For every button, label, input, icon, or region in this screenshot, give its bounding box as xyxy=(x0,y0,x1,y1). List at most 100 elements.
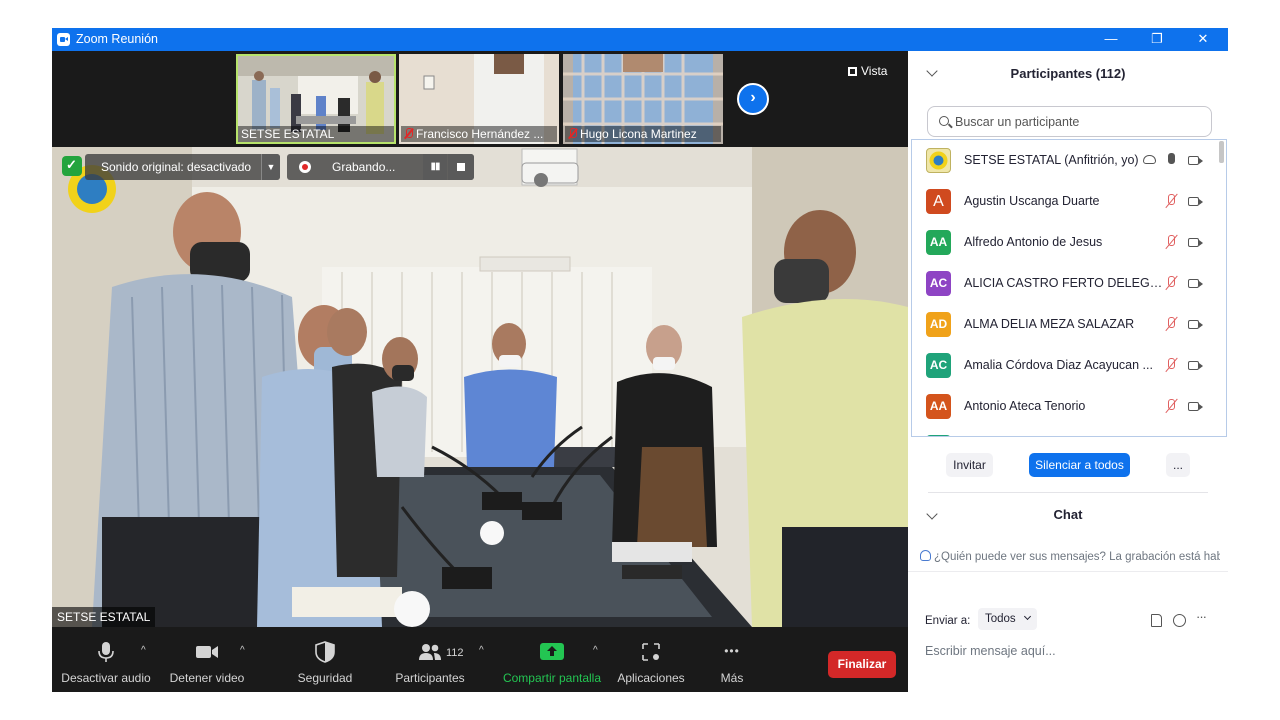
participants-count: 112 xyxy=(446,647,464,659)
next-page-button[interactable]: › xyxy=(737,83,769,115)
original-sound-menu-caret[interactable]: ▼ xyxy=(261,154,280,180)
view-label: Vista xyxy=(861,64,888,78)
search-icon xyxy=(939,116,949,126)
more-label: Más xyxy=(720,671,744,685)
muted-mic-icon[interactable] xyxy=(1164,276,1178,292)
muted-mic-icon[interactable] xyxy=(1164,235,1178,251)
participant-row[interactable]: SETSE ESTATAL (Anfitrión, yo) xyxy=(912,140,1220,181)
view-grid-icon xyxy=(848,67,857,76)
participant-avatar xyxy=(926,148,951,173)
participant-name: ALMA DELIA MEZA SALAZAR xyxy=(964,317,1135,331)
participant-list: SETSE ESTATAL (Anfitrión, yo) A Agustin … xyxy=(911,139,1227,437)
participant-name: Amalia Córdova Diaz Acayucan ... xyxy=(964,358,1153,372)
video-camera-icon[interactable] xyxy=(1188,238,1203,247)
restore-button[interactable]: ❐ xyxy=(1134,28,1180,51)
chat-message-input[interactable] xyxy=(925,639,1215,663)
video-thumbnail[interactable]: Hugo Licona Martinez xyxy=(563,54,723,144)
video-camera-icon[interactable] xyxy=(1188,279,1203,288)
active-speaker-name: SETSE ESTATAL xyxy=(52,607,156,627)
participant-name: SETSE ESTATAL (Anfitrión, yo) xyxy=(964,153,1139,167)
thumbnail-name-label: Hugo Licona Martinez xyxy=(565,126,721,142)
video-camera-icon[interactable] xyxy=(1188,197,1203,206)
chat-notice-text: ¿Quién puede ver sus mensajes? La grabac… xyxy=(934,551,1220,563)
participants-button[interactable]: 112 Participantes xyxy=(388,627,472,692)
video-camera-icon[interactable] xyxy=(1188,156,1203,165)
microphone-icon[interactable] xyxy=(1164,153,1178,169)
thumbnail-name-text: Francisco Hernández ... xyxy=(416,127,544,141)
main-video-feed xyxy=(52,147,908,627)
minimize-button[interactable]: — xyxy=(1088,28,1134,51)
video-camera-icon xyxy=(196,646,218,658)
close-button[interactable]: ✕ xyxy=(1180,28,1226,51)
participants-header: Participantes (112) xyxy=(908,51,1228,95)
mute-audio-button[interactable]: Desactivar audio xyxy=(58,627,154,692)
participant-row[interactable] xyxy=(912,427,1220,436)
participant-search-input[interactable] xyxy=(955,107,1205,136)
main-video[interactable]: Sonido original: desactivado ▼ Grabando.… xyxy=(52,147,908,627)
zoom-logo-icon xyxy=(57,33,70,46)
video-thumbnail[interactable]: SETSE ESTATAL xyxy=(236,54,396,144)
participants-options-caret[interactable]: ^ xyxy=(479,645,484,656)
apps-button[interactable]: Aplicaciones xyxy=(613,627,689,692)
chat-header: Chat xyxy=(908,506,1228,532)
apps-icon xyxy=(642,643,660,661)
video-options-caret[interactable]: ^ xyxy=(240,645,245,656)
share-options-caret[interactable]: ^ xyxy=(593,645,598,656)
shield-icon xyxy=(315,641,335,663)
pause-recording-button[interactable]: ▮▮ xyxy=(423,154,447,180)
recording-icon xyxy=(299,161,311,173)
more-dots-icon: ••• xyxy=(724,644,740,658)
send-to-value: Todos xyxy=(985,613,1016,625)
original-sound-toggle[interactable]: Sonido original: desactivado xyxy=(85,154,280,180)
participant-row[interactable]: AA Alfredo Antonio de Jesus xyxy=(912,222,1220,263)
muted-mic-icon[interactable] xyxy=(1164,194,1178,210)
stop-video-button[interactable]: Detener video xyxy=(160,627,254,692)
emoji-icon[interactable] xyxy=(1173,614,1186,627)
share-screen-icon xyxy=(540,643,564,660)
muted-mic-icon[interactable] xyxy=(1164,317,1178,333)
end-meeting-button[interactable]: Finalizar xyxy=(828,651,896,678)
user-lock-icon xyxy=(920,550,931,561)
participant-row[interactable]: AC Amalia Córdova Diaz Acayucan ... xyxy=(912,345,1220,386)
video-camera-icon[interactable] xyxy=(1188,402,1203,411)
security-button[interactable]: Seguridad xyxy=(284,627,366,692)
muted-mic-icon xyxy=(404,128,413,139)
invite-button[interactable]: Invitar xyxy=(946,453,993,477)
send-to-select[interactable]: Todos xyxy=(978,608,1037,630)
participant-search[interactable] xyxy=(927,106,1212,137)
chat-more-icon[interactable]: ··· xyxy=(1196,609,1208,624)
participants-label: Participantes xyxy=(395,671,465,685)
participants-more-button[interactable]: ... xyxy=(1166,453,1190,477)
send-to-label: Enviar a: xyxy=(925,615,971,627)
chevron-down-icon xyxy=(1023,612,1032,621)
meeting-toolbar: Desactivar audio ^ Detener video ^ Segur… xyxy=(52,627,908,692)
audio-options-caret[interactable]: ^ xyxy=(141,645,146,656)
stop-recording-button[interactable] xyxy=(448,154,474,180)
chat-notice[interactable]: ¿Quién puede ver sus mensajes? La grabac… xyxy=(920,550,1220,563)
participant-list-scrollbar[interactable] xyxy=(1219,141,1224,163)
chat-title: Chat xyxy=(1053,507,1083,522)
security-shield-icon xyxy=(62,156,82,176)
muted-mic-icon[interactable] xyxy=(1164,399,1178,415)
participant-row[interactable]: AD ALMA DELIA MEZA SALAZAR xyxy=(912,304,1220,345)
more-button[interactable]: ••• Más xyxy=(709,627,755,692)
view-button[interactable]: Vista xyxy=(848,64,887,78)
apps-label: Aplicaciones xyxy=(617,671,685,685)
participant-avatar: AA xyxy=(926,394,951,419)
participant-avatar: A xyxy=(926,189,951,214)
recording-indicator: Grabando... ▮▮ xyxy=(287,154,474,180)
participant-name: Alfredo Antonio de Jesus xyxy=(964,235,1103,249)
participant-row[interactable]: A Agustin Uscanga Duarte xyxy=(912,181,1220,222)
muted-mic-icon[interactable] xyxy=(1164,358,1178,374)
mute-all-button[interactable]: Silenciar a todos xyxy=(1029,453,1130,477)
share-screen-button[interactable]: Compartir pantalla xyxy=(500,627,604,692)
panel-divider xyxy=(928,492,1208,493)
video-thumbnail[interactable]: Francisco Hernández ... xyxy=(399,54,559,144)
video-camera-icon[interactable] xyxy=(1188,320,1203,329)
file-icon[interactable] xyxy=(1151,614,1162,627)
video-camera-icon[interactable] xyxy=(1188,361,1203,370)
participant-row[interactable]: AC ALICIA CASTRO FERTO DELEGAC... xyxy=(912,263,1220,304)
participant-row[interactable]: AA Antonio Ateca Tenorio xyxy=(912,386,1220,427)
thumbnail-name-label: Francisco Hernández ... xyxy=(401,126,557,142)
mute-audio-label: Desactivar audio xyxy=(61,671,151,685)
